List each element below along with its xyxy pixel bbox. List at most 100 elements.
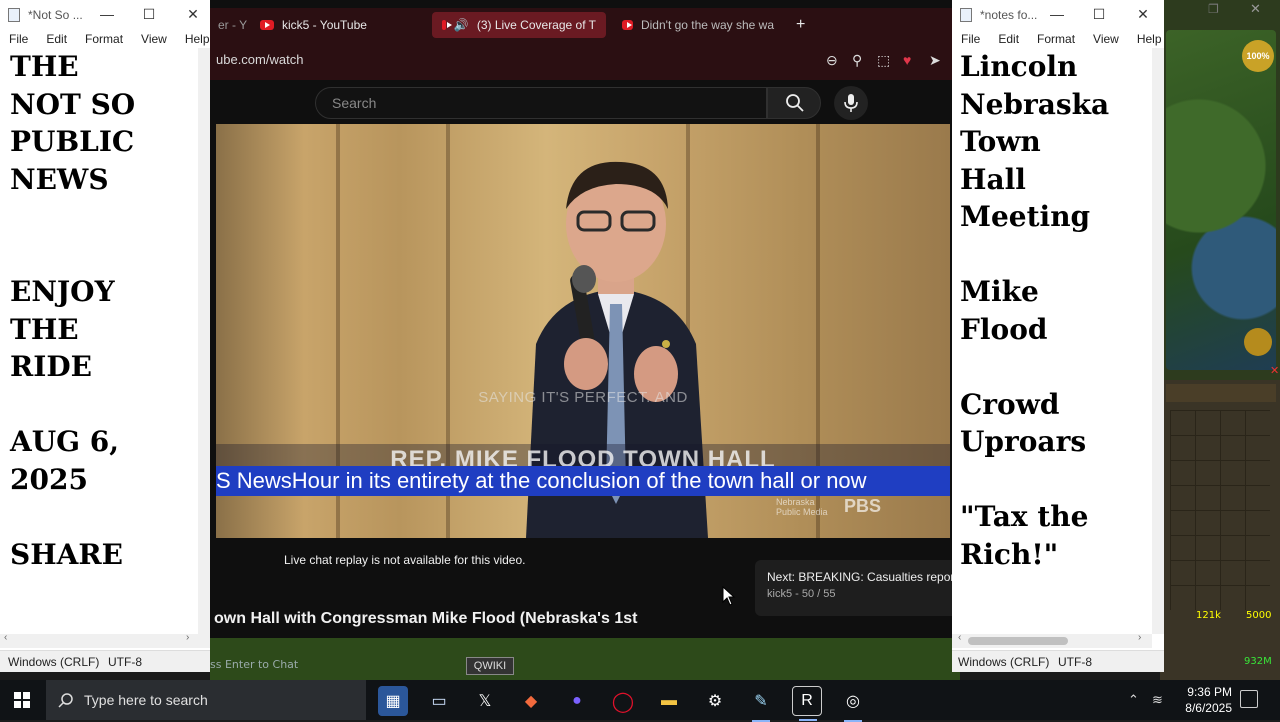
menu-help[interactable]: Help	[1128, 30, 1164, 48]
tab-didnt-go[interactable]: Didn't go the way she wa	[612, 12, 784, 38]
pin-icon[interactable]: ⚲	[852, 52, 862, 69]
next-video-subtitle: kick5 - 50 / 55	[767, 588, 836, 600]
game-minimap[interactable]	[1166, 30, 1276, 370]
text-line: THE	[10, 50, 79, 83]
taskbar-search-input[interactable]: Type here to search	[46, 680, 366, 720]
zoom-out-icon[interactable]: ⊖	[826, 52, 838, 69]
address-bar: ube.com/watch	[210, 42, 960, 80]
minimize-button[interactable]: —	[1046, 4, 1068, 24]
menu-file[interactable]: File	[0, 30, 37, 48]
close-button[interactable]: ✕	[1132, 4, 1154, 24]
taskbar: Type here to search ▦ ▭ 𝕏 ◆ ● ◯ ▬ ⚙ ✎ R …	[0, 680, 1280, 722]
menu-file[interactable]: File	[952, 30, 989, 48]
discord-app-icon[interactable]: ●	[562, 686, 592, 716]
start-button[interactable]	[0, 680, 44, 720]
vertical-scrollbar[interactable]	[198, 48, 210, 634]
text-line: ENJOY	[10, 275, 115, 308]
brave-app-icon[interactable]: ◆	[516, 686, 546, 716]
next-video-card[interactable]: Next: BREAKING: Casualties report kick5 …	[755, 560, 960, 616]
menu-help[interactable]: Help	[176, 30, 210, 48]
line-ending: Windows (CRLF)	[8, 655, 100, 669]
text-line: Town	[960, 125, 1041, 158]
clock[interactable]: 9:36 PM 8/6/2025	[1170, 684, 1232, 716]
opera-app-icon[interactable]: ◯	[608, 686, 638, 716]
text-area[interactable]: THE NOT SO PUBLIC NEWS ENJOY THE RIDE AUG 6, 2…	[10, 48, 135, 573]
text-line: THE	[10, 312, 79, 346]
notifications-icon[interactable]	[1240, 690, 1258, 708]
tab-partial[interactable]: er - Y	[210, 12, 248, 38]
menu-view[interactable]: View	[132, 30, 176, 48]
obs-app-icon[interactable]: ◎	[838, 686, 868, 722]
screenshot-icon[interactable]: ⬚	[877, 52, 890, 69]
text-line: Meeting	[960, 200, 1091, 233]
notepad-window-left: *Not So ... — ☐ ✕ File Edit Format View …	[0, 0, 210, 672]
game-client-window: 100% 121k 5000 932M ✕	[1160, 0, 1280, 680]
youtube-icon	[622, 20, 633, 30]
notepad-app-icon	[960, 8, 972, 22]
compass-badge[interactable]: 100%	[1242, 40, 1274, 72]
text-line: PUBLIC	[10, 125, 135, 158]
maximize-button[interactable]: ☐	[138, 4, 160, 24]
new-tab-button[interactable]: +	[786, 12, 814, 38]
voice-search-button[interactable]	[834, 86, 868, 120]
r-app-icon[interactable]: R	[792, 686, 822, 721]
live-chat-note: Live chat replay is not available for th…	[284, 553, 526, 567]
folder-app-icon[interactable]: ▬	[654, 686, 684, 716]
tab-live-coverage[interactable]: 🔊 (3) Live Coverage of T	[432, 12, 606, 38]
scroll-right-icon[interactable]: ›	[186, 632, 189, 643]
url-field[interactable]: ube.com/watch	[216, 52, 303, 67]
search-input[interactable]: Search	[315, 87, 767, 119]
menu-edit[interactable]: Edit	[37, 30, 76, 48]
qwiki-button[interactable]: QWIKI	[466, 657, 514, 675]
video-player[interactable]: SAYING IT'S PERFECT. AND REP. MIKE FLOOD…	[216, 124, 950, 538]
calculator-icon[interactable]: ▦	[378, 686, 408, 716]
clock-date: 8/6/2025	[1185, 701, 1232, 715]
search-button[interactable]	[767, 87, 821, 119]
menu-edit[interactable]: Edit	[989, 30, 1028, 48]
menu-view[interactable]: View	[1084, 30, 1128, 48]
tab-label: Didn't go the way she wa	[640, 18, 774, 32]
browser-window: er - Y kick5 - YouTube 🔊 (3) Live Covera…	[210, 0, 960, 680]
text-line: "Tax the	[960, 500, 1089, 533]
window-title: *notes fo...	[980, 8, 1038, 22]
news-ticker: S NewsHour in its entirety at the conclu…	[216, 466, 950, 496]
tab-kick5[interactable]: kick5 - YouTube	[250, 12, 420, 38]
speaker-icon[interactable]: 🔊	[454, 18, 469, 32]
tray-overflow-chevron-icon[interactable]: ⌃	[1128, 692, 1139, 708]
scroll-left-icon[interactable]: ‹	[4, 632, 7, 643]
settings-gear-icon[interactable]: ⚙	[700, 686, 730, 716]
tab-label: (3) Live Coverage of T	[476, 18, 596, 32]
notepad-window-right: *notes fo... — ☐ ✕ File Edit Format View…	[952, 0, 1164, 672]
scroll-right-icon[interactable]: ›	[1138, 632, 1141, 643]
menu-format[interactable]: Format	[76, 30, 132, 48]
text-area[interactable]: Lincoln Nebraska Town Hall Meeting Mike Flood…	[960, 48, 1109, 573]
horizontal-scrollbar[interactable]: ‹ ›	[0, 632, 210, 648]
inventory-grid[interactable]	[1170, 410, 1270, 610]
text-line: Mike	[960, 275, 1039, 308]
text-line: Uproars	[960, 425, 1087, 458]
pocket-icon[interactable]: ♥	[903, 52, 911, 68]
game-chat-input[interactable]: ss Enter to Chat	[210, 658, 298, 671]
notepad-app-icon[interactable]: ✎	[746, 686, 776, 722]
orb-icon[interactable]	[1244, 328, 1272, 356]
scroll-thumb[interactable]	[968, 637, 1068, 645]
title-bar: *notes fo... — ☐ ✕	[952, 0, 1164, 30]
youtube-header: Search	[210, 80, 960, 124]
text-line: Crowd	[960, 387, 1060, 421]
file-explorer-app-icon[interactable]: ▭	[424, 686, 454, 716]
horizontal-scrollbar[interactable]: ‹ ›	[952, 632, 1152, 648]
send-icon[interactable]: ➤	[929, 52, 941, 69]
encoding: UTF-8	[108, 655, 142, 669]
scroll-left-icon[interactable]: ‹	[958, 632, 961, 643]
game-close-icon[interactable]: ✕	[1270, 364, 1279, 377]
maximize-button[interactable]: ☐	[1088, 4, 1110, 24]
wifi-icon[interactable]: ≋	[1152, 692, 1163, 708]
close-button[interactable]: ✕	[182, 4, 204, 24]
youtube-icon	[260, 20, 274, 30]
x-app-icon[interactable]: 𝕏	[470, 686, 500, 716]
menu-format[interactable]: Format	[1028, 30, 1084, 48]
bg-close-icon[interactable]: ✕	[1250, 1, 1261, 17]
bg-restore-icon[interactable]: ❐	[1208, 2, 1219, 16]
vertical-scrollbar[interactable]	[1152, 48, 1164, 634]
minimize-button[interactable]: —	[96, 4, 118, 24]
